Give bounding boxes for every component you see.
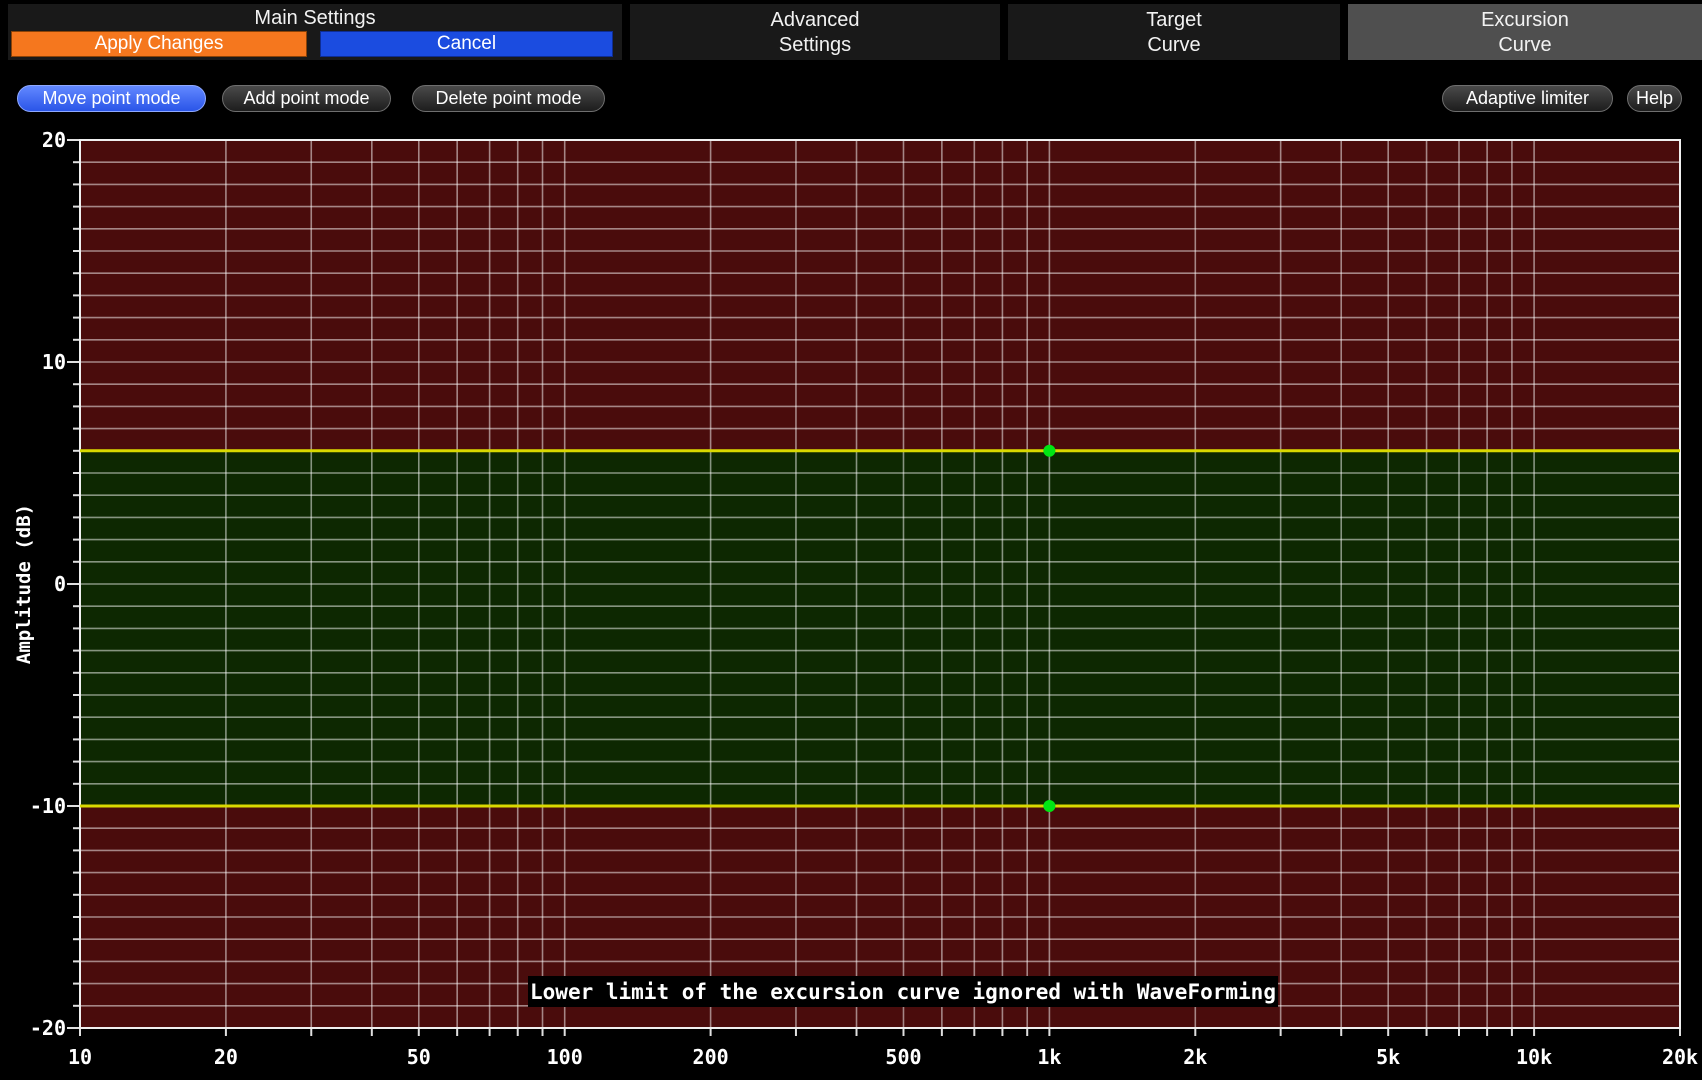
adaptive-limiter-button[interactable]: Adaptive limiter — [1442, 85, 1613, 112]
x-axis-tick-label: 100 — [547, 1045, 583, 1069]
move-point-mode-button[interactable]: Move point mode — [17, 85, 206, 112]
y-axis-tick-label: 0 — [54, 572, 66, 596]
y-axis-tick-label: -10 — [30, 794, 66, 818]
x-axis-tick-label: 5k — [1376, 1045, 1400, 1069]
y-axis-tick-label: 20 — [42, 128, 66, 152]
tab-excursion-curve-label-line1: Excursion — [1481, 9, 1569, 31]
tab-target-curve-label-line1: Target — [1146, 9, 1202, 31]
tab-advanced-settings[interactable]: Advanced Settings — [630, 4, 1000, 60]
tab-target-curve[interactable]: Target Curve — [1008, 4, 1340, 60]
x-axis-tick-label: 10 — [68, 1045, 92, 1069]
tab-advanced-settings-label-line1: Advanced — [770, 9, 860, 31]
x-axis-tick-label: 200 — [693, 1045, 729, 1069]
excursion-curve-editor: Main Settings Apply Changes Cancel Advan… — [0, 0, 1702, 1080]
lower-limit-handle-point[interactable] — [1043, 800, 1056, 812]
cancel-button[interactable]: Cancel — [320, 31, 613, 57]
y-axis-title: Amplitude (dB) — [13, 504, 35, 664]
tab-excursion-curve[interactable]: Excursion Curve — [1348, 4, 1702, 60]
x-axis-tick-label: 20 — [214, 1045, 238, 1069]
help-button[interactable]: Help — [1627, 85, 1682, 112]
x-axis-tick-label: 500 — [885, 1045, 921, 1069]
y-axis-tick-label: 10 — [42, 350, 66, 374]
x-axis-tick-label: 20k — [1662, 1045, 1698, 1069]
x-axis-tick-label: 2k — [1183, 1045, 1207, 1069]
x-axis-tick-label: 10k — [1516, 1045, 1552, 1069]
excursion-chart-canvas[interactable]: 10 20 50 100 200 500 1k 2k 5k 10k 20k20100-10-20Am… — [0, 118, 1702, 1080]
x-axis-tick-label: 1k — [1037, 1045, 1061, 1069]
add-point-mode-button[interactable]: Add point mode — [222, 85, 391, 112]
tab-advanced-settings-label-line2: Settings — [778, 34, 852, 56]
annotation-text: Lower limit of the excursion curve ignor… — [530, 980, 1276, 1004]
x-axis-tick-label: 50 — [407, 1045, 431, 1069]
apply-changes-button[interactable]: Apply Changes — [11, 31, 307, 57]
upper-limit-handle-point[interactable] — [1043, 444, 1056, 457]
tab-target-curve-label-line2: Curve — [1147, 34, 1201, 56]
y-axis-tick-label: -20 — [30, 1016, 66, 1040]
tab-main-settings[interactable]: Main Settings Apply Changes Cancel — [8, 4, 622, 60]
tab-excursion-curve-label-line2: Curve — [1498, 34, 1552, 56]
delete-point-mode-button[interactable]: Delete point mode — [412, 85, 605, 112]
tab-main-settings-label: Main Settings — [254, 7, 376, 29]
